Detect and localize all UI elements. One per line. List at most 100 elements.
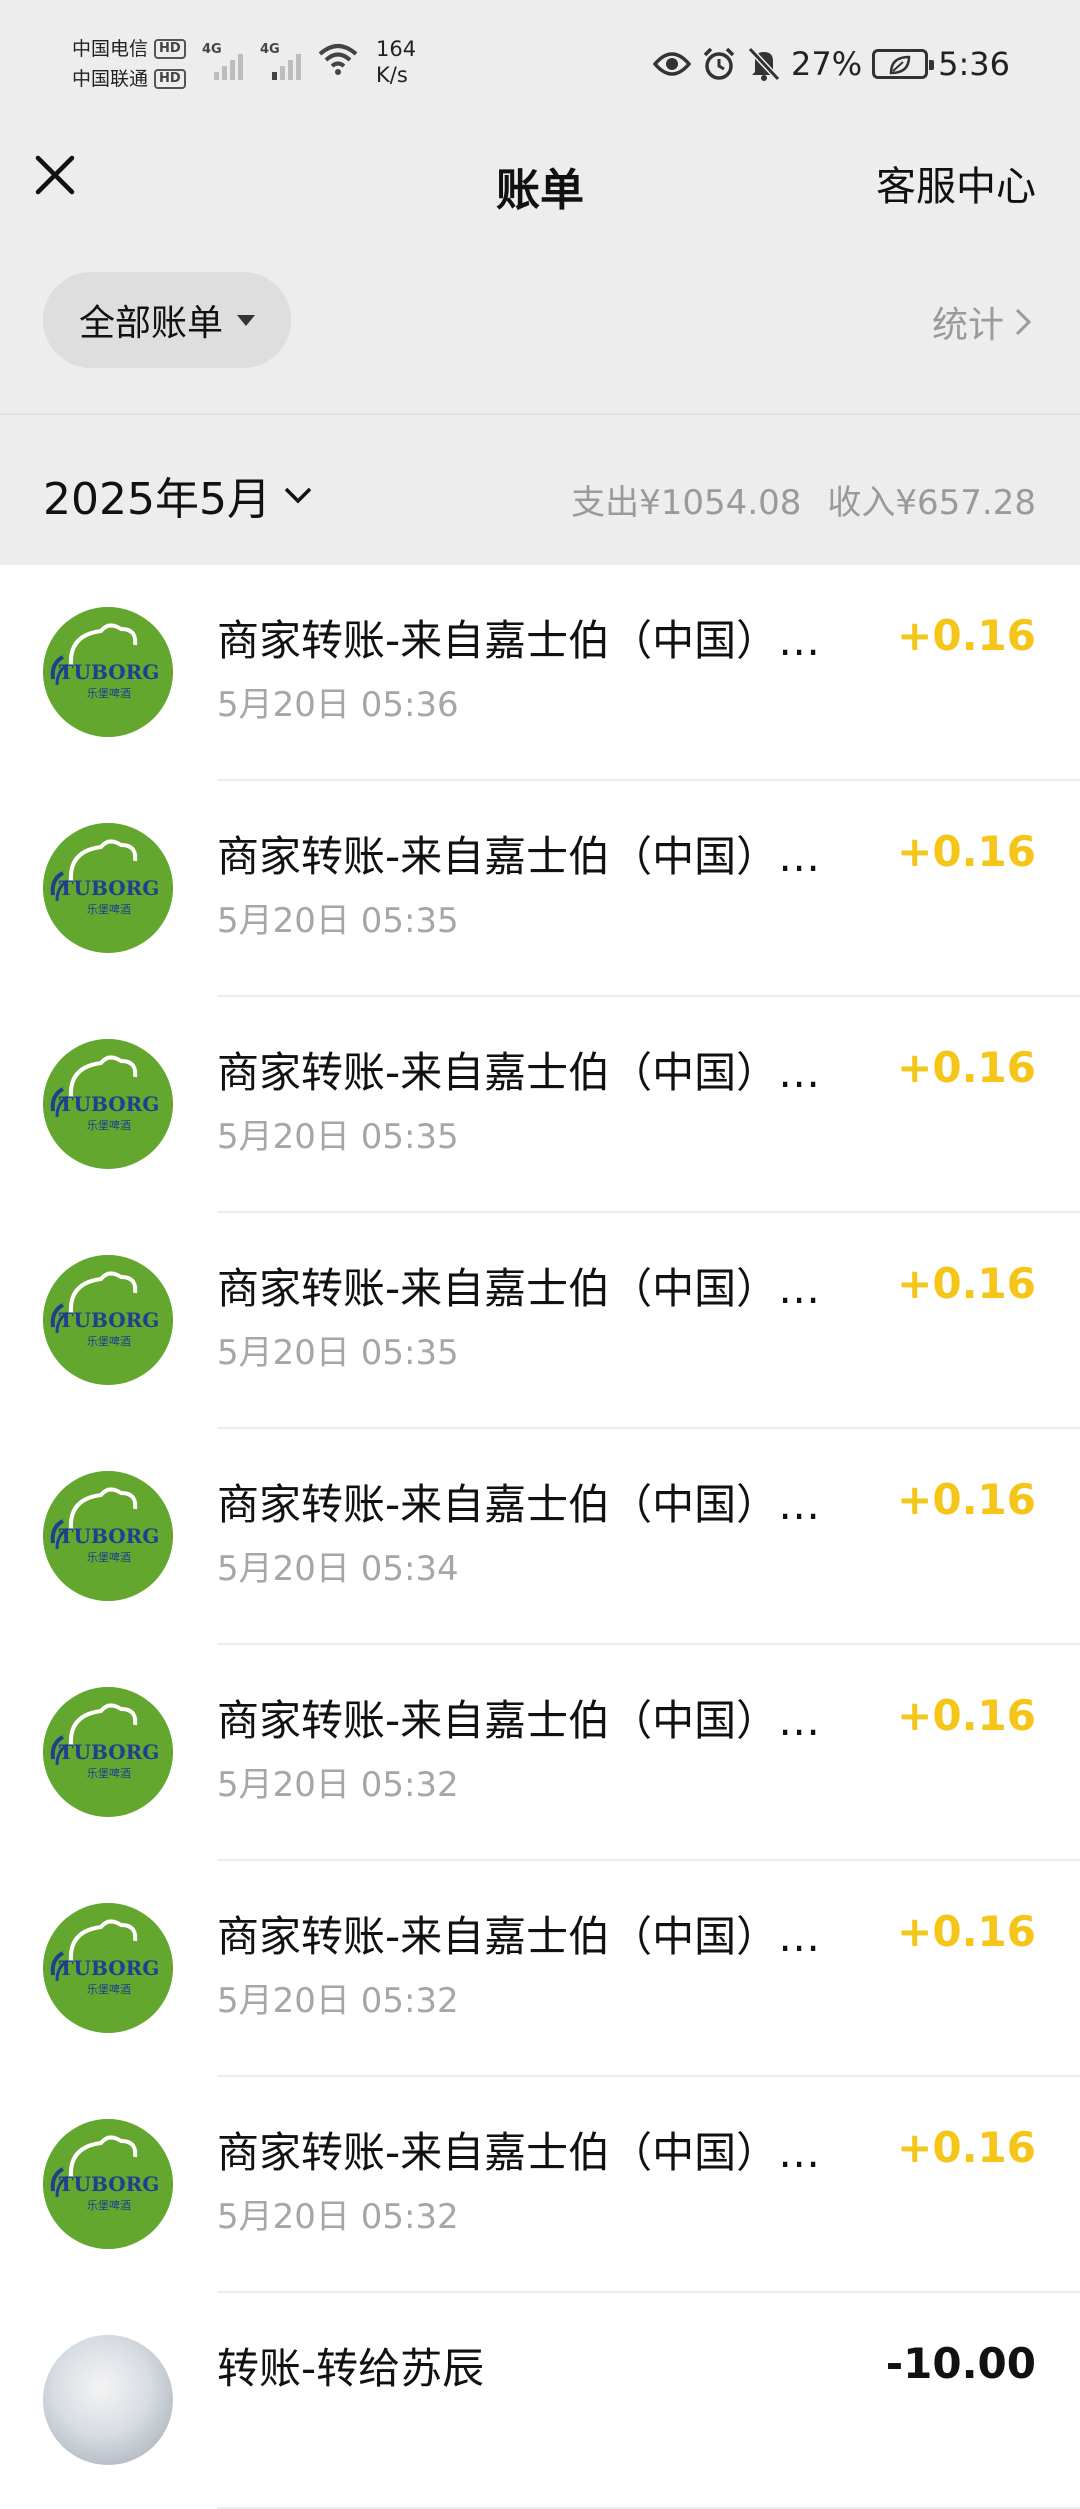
transaction-time: 5月20日 05:32 [217, 2197, 459, 2237]
net-speed-value: 164 [376, 37, 417, 61]
transaction-time: 5月20日 05:35 [217, 1117, 459, 1157]
carrier-info: 中国电信 HD 中国联通 HD [72, 34, 186, 94]
svg-text:TUBORG: TUBORG [59, 1092, 160, 1116]
svg-text:TUBORG: TUBORG [59, 1524, 160, 1548]
battery-icon [872, 49, 935, 79]
tuborg-logo-icon: TUBORG 乐堡啤酒 [43, 1903, 173, 2033]
svg-text:TUBORG: TUBORG [59, 1740, 160, 1764]
chevron-right-icon [1015, 308, 1032, 336]
merchant-avatar: TUBORG 乐堡啤酒 [43, 1039, 173, 1169]
tuborg-logo-icon: TUBORG 乐堡啤酒 [43, 607, 173, 737]
transaction-row[interactable]: TUBORG 乐堡啤酒 商家转账-来自嘉士伯（中国）啤酒工贸有限公司 5月20日 … [0, 1213, 1080, 1429]
eye-icon [653, 52, 692, 76]
svg-text:TUBORG: TUBORG [59, 1308, 160, 1332]
svg-text:乐堡啤酒: 乐堡啤酒 [87, 2198, 131, 2212]
svg-text:乐堡啤酒: 乐堡啤酒 [87, 1118, 131, 1132]
hd-badge: HD [154, 39, 186, 59]
month-selector[interactable]: 2025年5月 [43, 463, 313, 527]
stats-label: 统计 [931, 305, 1004, 346]
network-speed: 164 K/s [376, 36, 416, 88]
all-bills-filter[interactable]: 全部账单 [43, 272, 291, 368]
merchant-avatar: TUBORG 乐堡啤酒 [43, 1471, 173, 1601]
merchant-avatar: TUBORG 乐堡啤酒 [43, 1687, 173, 1817]
nav-bar: 账单 客服中心 [0, 130, 1080, 230]
tuborg-logo-icon: TUBORG 乐堡啤酒 [43, 1039, 173, 1169]
svg-text:TUBORG: TUBORG [59, 1956, 160, 1980]
merchant-avatar: TUBORG 乐堡啤酒 [43, 823, 173, 953]
battery-percent: 27% [791, 45, 863, 83]
transaction-row[interactable]: TUBORG 乐堡啤酒 商家转账-来自嘉士伯（中国）啤酒工贸有限公司 5月20日 … [0, 565, 1080, 781]
transaction-row[interactable]: TUBORG 乐堡啤酒 商家转账-来自嘉士伯（中国）啤酒工贸有限公司 5月20日 … [0, 1645, 1080, 1861]
carrier-row-1: 中国电信 HD [72, 34, 186, 64]
svg-text:乐堡啤酒: 乐堡啤酒 [87, 1766, 131, 1780]
wifi-icon [318, 42, 362, 82]
tuborg-logo-icon: TUBORG 乐堡啤酒 [43, 2119, 173, 2249]
signal-indicators: 4G 4G [202, 42, 362, 82]
signal-icon: 4G [202, 42, 250, 82]
carrier-2-label: 中国联通 [72, 68, 149, 90]
filter-row: 全部账单 统计 [0, 230, 1080, 415]
contact-avatar [43, 2335, 173, 2465]
transaction-title: 商家转账-来自嘉士伯（中国）啤酒工贸有限公司 [217, 1480, 857, 1529]
transaction-time: 5月20日 05:36 [217, 685, 459, 725]
transaction-amount: +0.16 [897, 1907, 1036, 1956]
transaction-amount: +0.16 [897, 1691, 1036, 1740]
svg-text:乐堡啤酒: 乐堡啤酒 [87, 1334, 131, 1348]
svg-text:TUBORG: TUBORG [59, 2172, 160, 2196]
svg-text:TUBORG: TUBORG [59, 876, 160, 900]
transaction-title: 商家转账-来自嘉士伯（中国）啤酒工贸有限公司 [217, 1912, 857, 1961]
transaction-title: 转账-转给苏辰 [217, 2344, 485, 2393]
transaction-title: 商家转账-来自嘉士伯（中国）啤酒工贸有限公司 [217, 1264, 857, 1313]
merchant-avatar: TUBORG 乐堡啤酒 [43, 1903, 173, 2033]
month-row: 2025年5月 支出¥1054.08 收入¥657.28 [0, 415, 1080, 565]
transaction-row[interactable]: TUBORG 乐堡啤酒 商家转账-来自嘉士伯（中国）啤酒工贸有限公司 5月20日 … [0, 997, 1080, 1213]
income-summary: 收入¥657.28 [827, 483, 1036, 523]
status-right: 27% 5:36 [653, 42, 1010, 86]
transaction-row[interactable]: TUBORG 乐堡啤酒 商家转账-来自嘉士伯（中国）啤酒工贸有限公司 5月20日 … [0, 1861, 1080, 2077]
stats-link[interactable]: 统计 [932, 296, 1032, 348]
tuborg-logo-icon: TUBORG 乐堡啤酒 [43, 1687, 173, 1817]
svg-text:乐堡啤酒: 乐堡啤酒 [87, 902, 131, 916]
top-area: 中国电信 HD 中国联通 HD 4G 4G 164 K/s 27% 5:36 账… [0, 0, 1080, 565]
transaction-time: 5月20日 05:32 [217, 1981, 459, 2021]
transaction-row[interactable]: TUBORG 乐堡啤酒 商家转账-来自嘉士伯（中国）啤酒工贸有限公司 5月20日 … [0, 1429, 1080, 1645]
transaction-title: 商家转账-来自嘉士伯（中国）啤酒工贸有限公司 [217, 1048, 857, 1097]
chevron-down-icon [284, 487, 312, 504]
customer-service-link[interactable]: 客服中心 [876, 154, 1036, 212]
alarm-icon [703, 47, 735, 80]
transaction-row[interactable]: TUBORG 乐堡啤酒 商家转账-来自嘉士伯（中国）啤酒工贸有限公司 5月20日 … [0, 781, 1080, 997]
transaction-title: 商家转账-来自嘉士伯（中国）啤酒工贸有限公司 [217, 1696, 857, 1745]
signal-icon: 4G [260, 42, 308, 82]
transaction-title: 商家转账-来自嘉士伯（中国）啤酒工贸有限公司 [217, 616, 857, 665]
month-summary: 支出¥1054.08 收入¥657.28 [571, 475, 1036, 524]
transaction-amount: +0.16 [897, 1259, 1036, 1308]
tuborg-logo-icon: TUBORG 乐堡啤酒 [43, 1255, 173, 1385]
merchant-avatar: TUBORG 乐堡啤酒 [43, 607, 173, 737]
merchant-avatar: TUBORG 乐堡啤酒 [43, 1255, 173, 1385]
merchant-avatar: TUBORG 乐堡啤酒 [43, 2119, 173, 2249]
svg-text:乐堡啤酒: 乐堡啤酒 [87, 686, 131, 700]
transaction-row[interactable]: TUBORG 乐堡啤酒 商家转账-来自嘉士伯（中国）啤酒工贸有限公司 5月20日 … [0, 2077, 1080, 2293]
all-bills-label: 全部账单 [78, 303, 223, 344]
tuborg-logo-icon: TUBORG 乐堡啤酒 [43, 823, 173, 953]
carrier-row-2: 中国联通 HD [72, 64, 186, 94]
clock-time: 5:36 [938, 45, 1010, 83]
status-bar: 中国电信 HD 中国联通 HD 4G 4G 164 K/s 27% 5:36 [0, 0, 1080, 130]
carrier-1-label: 中国电信 [72, 38, 149, 60]
transaction-amount: +0.16 [897, 1043, 1036, 1092]
transaction-amount: +0.16 [897, 2123, 1036, 2172]
net-speed-unit: K/s [376, 63, 408, 87]
caret-down-icon [237, 314, 255, 326]
transaction-row[interactable]: 转账-转给苏辰 -10.00 [0, 2293, 1080, 2509]
transaction-amount: +0.16 [897, 611, 1036, 660]
svg-text:乐堡啤酒: 乐堡啤酒 [87, 1550, 131, 1564]
transaction-amount: -10.00 [885, 2339, 1036, 2388]
transaction-time: 5月20日 05:34 [217, 1549, 459, 1589]
transaction-title: 商家转账-来自嘉士伯（中国）啤酒工贸有限公司 [217, 832, 857, 881]
svg-text:TUBORG: TUBORG [59, 660, 160, 684]
hd-badge: HD [154, 69, 186, 89]
transaction-time: 5月20日 05:35 [217, 901, 459, 941]
mute-bell-icon [747, 46, 781, 82]
month-label: 2025年5月 [43, 474, 271, 525]
transaction-list: TUBORG 乐堡啤酒 商家转账-来自嘉士伯（中国）啤酒工贸有限公司 5月20日 … [0, 565, 1080, 2509]
